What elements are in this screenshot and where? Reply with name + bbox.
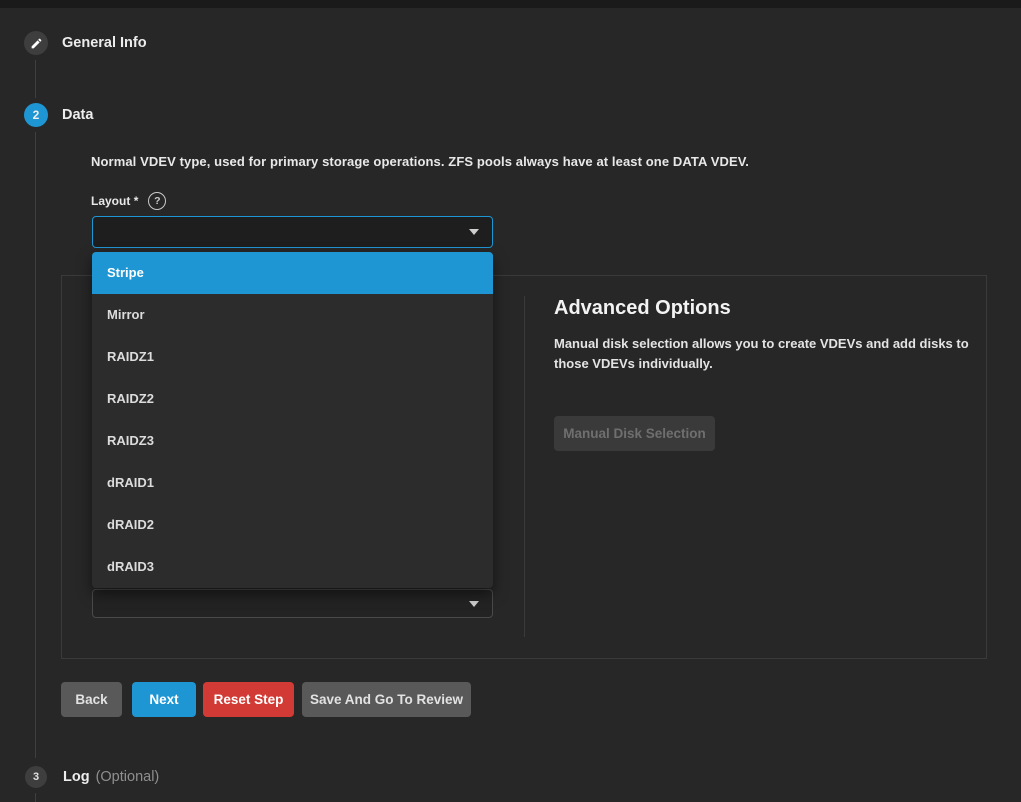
step-circle: 3 [25, 766, 47, 788]
step-circle: 2 [24, 103, 48, 127]
step-general-info-label: General Info [62, 35, 147, 51]
layout-select[interactable] [92, 216, 493, 248]
back-button[interactable]: Back [61, 682, 122, 717]
step-data-label: Data [62, 107, 93, 123]
stepper-connector [35, 132, 36, 758]
layout-field-label-row: Layout * ? [91, 192, 166, 210]
chevron-down-icon [469, 601, 479, 607]
reset-step-button[interactable]: Reset Step [203, 682, 294, 717]
dropdown-option[interactable]: RAIDZ2 [92, 378, 493, 420]
layout-dropdown-panel: StripeMirrorRAIDZ1RAIDZ2RAIDZ3dRAID1dRAI… [92, 252, 493, 588]
pencil-icon [30, 37, 43, 50]
top-bar [0, 0, 1021, 8]
step-number: 3 [33, 771, 39, 783]
advanced-options-title: Advanced Options [554, 297, 731, 320]
stepper-connector [35, 793, 36, 802]
stepper-connector [35, 60, 36, 98]
help-icon[interactable]: ? [148, 192, 166, 210]
dropdown-option[interactable]: Stripe [92, 252, 493, 294]
pool-creation-wizard: General Info 2 Data Normal VDEV type, us… [0, 0, 1021, 802]
dropdown-option[interactable]: RAIDZ1 [92, 336, 493, 378]
step-log-label-group: Log (Optional) [63, 769, 159, 785]
step-log-optional: (Optional) [96, 769, 160, 785]
next-button[interactable]: Next [132, 682, 196, 717]
step-log-header[interactable]: 3 Log (Optional) [25, 766, 159, 788]
step-data-header[interactable]: 2 Data [24, 103, 93, 127]
step-number: 2 [33, 108, 40, 122]
step-log-label: Log [63, 769, 90, 785]
secondary-select[interactable] [92, 589, 493, 618]
dropdown-option[interactable]: Mirror [92, 294, 493, 336]
layout-field-label: Layout * [91, 194, 138, 208]
dropdown-option[interactable]: dRAID1 [92, 462, 493, 504]
card-column-divider [524, 296, 525, 637]
dropdown-option[interactable]: dRAID2 [92, 504, 493, 546]
dropdown-option[interactable]: RAIDZ3 [92, 420, 493, 462]
required-marker: * [134, 194, 139, 208]
advanced-options-description: Manual disk selection allows you to crea… [554, 334, 970, 374]
manual-disk-selection-button[interactable]: Manual Disk Selection [554, 416, 715, 451]
save-and-go-to-review-button[interactable]: Save And Go To Review [302, 682, 471, 717]
chevron-down-icon [469, 229, 479, 235]
step-circle [24, 31, 48, 55]
vdev-description: Normal VDEV type, used for primary stora… [91, 154, 749, 169]
dropdown-option[interactable]: dRAID3 [92, 546, 493, 588]
step-general-info-header[interactable]: General Info [24, 31, 147, 55]
